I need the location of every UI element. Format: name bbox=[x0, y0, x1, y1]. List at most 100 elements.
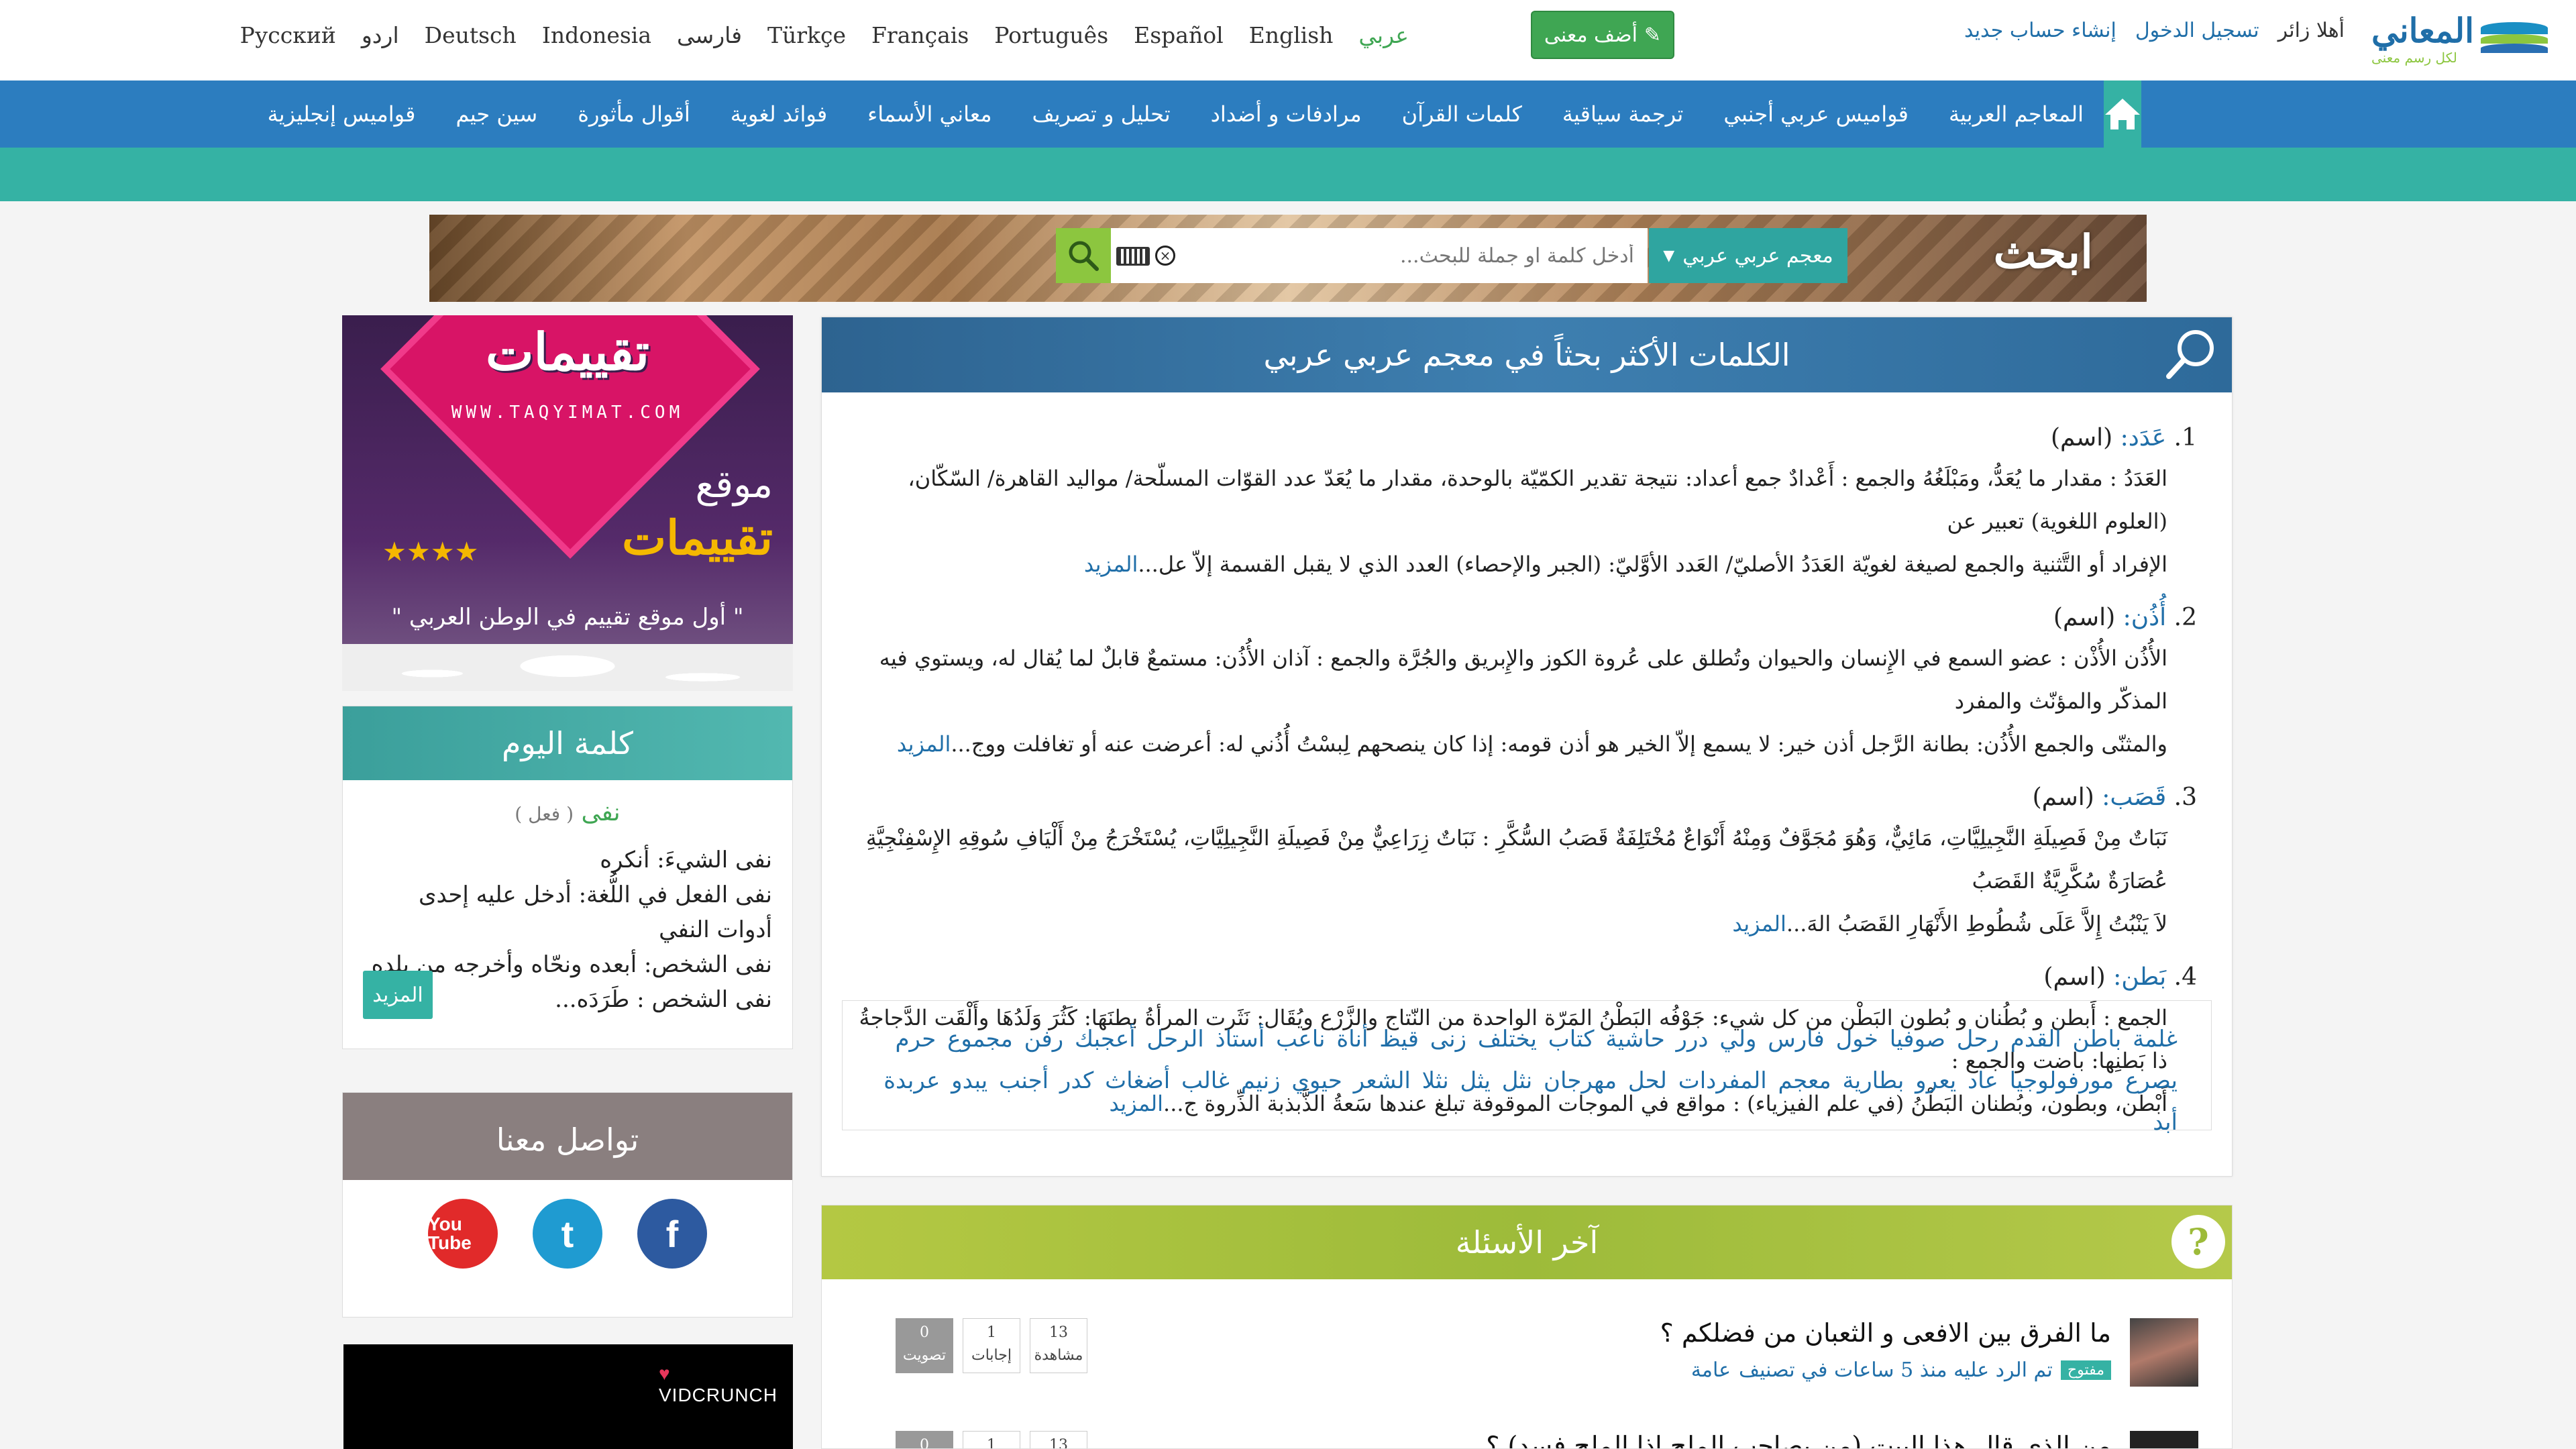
entry-more-link[interactable]: المزيد bbox=[1732, 911, 1786, 936]
search-input[interactable] bbox=[1258, 228, 1634, 283]
entry-definition: نَبَاتٌ مِنْ فَصِيلَةِ النَّجِيلِيَّاتِ،… bbox=[865, 825, 2167, 894]
lang-english[interactable]: English bbox=[1249, 22, 1334, 48]
search-title: ابحث bbox=[1993, 225, 2093, 279]
answers-count: 1 bbox=[963, 1431, 1020, 1448]
entry: 2. أُذُن: (اسم) الأُذُن الأُذْن : عضو ال… bbox=[857, 599, 2197, 765]
question-row[interactable]: ما الفرق بين الافعى و الثعبان من فضلكم ؟… bbox=[822, 1318, 2232, 1399]
lang-portuguese[interactable]: Português bbox=[994, 22, 1108, 48]
word-of-the-day-line: نفى الشيءَ: أنكره bbox=[600, 847, 772, 873]
contact-us-title: تواصل معنا bbox=[343, 1093, 792, 1180]
nav-morphology[interactable]: تحليل و تصريف bbox=[1012, 101, 1190, 127]
entry-word-link[interactable]: أُذُن: bbox=[2123, 604, 2167, 631]
entry-pos: (اسم) bbox=[2043, 963, 2106, 991]
lang-arabic[interactable]: عربي bbox=[1358, 22, 1409, 48]
entry-definition: الأُذُن الأُذْن : عضو السمع في الإِنسان … bbox=[879, 645, 2167, 714]
top-bar: المعاني لكل رسم معنى أهلا زائر تسجيل الد… bbox=[0, 0, 2576, 80]
question-thumbnail bbox=[2130, 1318, 2198, 1387]
lang-french[interactable]: Français bbox=[871, 22, 969, 48]
question-meta: تم الرد عليه منذ 5 ساعات في تصنيف bbox=[1739, 1358, 2053, 1382]
entry-definition: لاَ يَنْبُتُ إِلاَّ عَلَى شُطُوطِ الأَنْ… bbox=[1786, 911, 2167, 936]
nav-name-meanings[interactable]: معاني الأسماء bbox=[847, 101, 1012, 127]
nav-synonyms[interactable]: مرادفات و أضداد bbox=[1191, 101, 1382, 127]
search-box: × bbox=[1111, 228, 1648, 283]
site-logo[interactable]: المعاني لكل رسم معنى bbox=[2367, 5, 2548, 72]
entry: 1. عَدَد: (اسم) العَدَدُ : مقدار ما يُعَ… bbox=[857, 419, 2197, 586]
entry-pos: (اسم) bbox=[2053, 604, 2116, 631]
twitter-icon[interactable]: t bbox=[533, 1199, 602, 1269]
lang-german[interactable]: Deutsch bbox=[425, 22, 517, 48]
magnifier-icon bbox=[2166, 330, 2214, 379]
lang-spanish[interactable]: Español bbox=[1134, 22, 1224, 48]
logo-tagline: لكل رسم معنى bbox=[2371, 50, 2457, 66]
cloud-decoration bbox=[342, 644, 793, 691]
nav-english-dictionaries[interactable]: قواميس إنجليزية bbox=[248, 101, 436, 127]
word-of-the-day-pos: ( فعل ) bbox=[515, 803, 574, 825]
word-tags[interactable]: غلمة باطن القدم رحل صوفيا خول فارس ولي د… bbox=[842, 1000, 2212, 1136]
answers-count: 1 إجابات bbox=[963, 1318, 1020, 1373]
question-category-link[interactable]: عامة bbox=[1691, 1358, 1731, 1382]
lang-turkish[interactable]: Türkçe bbox=[767, 22, 846, 48]
entry: 3. قَصَب: (اسم) نَبَاتٌ مِنْ فَصِيلَةِ ا… bbox=[857, 779, 2197, 945]
greeting: أهلا زائر bbox=[2277, 19, 2345, 42]
advertisement-banner[interactable]: تقييمات WWW.TAQYIMAT.COM موقع تقييمات ★★… bbox=[342, 315, 793, 691]
word-of-the-day-word[interactable]: نفى bbox=[581, 799, 620, 826]
word-of-the-day-line: نفى الفعل في اللُّغة: أدخل عليه إحدى أدو… bbox=[418, 881, 772, 943]
account-links: أهلا زائر تسجيل الدخول إنشاء حساب جديد bbox=[1964, 19, 2345, 42]
votes-count: 0 تصويت bbox=[896, 1318, 953, 1373]
add-meaning-label: أضف معنى bbox=[1544, 23, 1638, 47]
question-bubble-icon: ? bbox=[2171, 1215, 2225, 1269]
ad-site-name: تقييمات bbox=[622, 510, 773, 566]
nav-qa[interactable]: سين جيم bbox=[435, 101, 557, 127]
logo-title: المعاني bbox=[2371, 11, 2474, 50]
pencil-icon: ✎ bbox=[1644, 23, 1662, 47]
word-of-the-day-title: كلمة اليوم bbox=[343, 706, 792, 780]
register-link[interactable]: إنشاء حساب جديد bbox=[1964, 19, 2116, 42]
nav-arabic-dictionaries[interactable]: المعاجم العربية bbox=[1929, 101, 2104, 127]
entry-definition: العَدَدُ : مقدار ما يُعَدُّ، ومَبْلَغُهُ… bbox=[908, 466, 2167, 534]
lang-russian[interactable]: Русский bbox=[240, 22, 336, 48]
question-title[interactable]: ما الفرق بين الافعى و الثعبان من فضلكم ؟ bbox=[1660, 1318, 2111, 1348]
nav-language-tips[interactable]: فوائد لغوية bbox=[710, 101, 847, 127]
views-count: 13 bbox=[1030, 1431, 1087, 1448]
latest-questions-panel: آخر الأسئلة ? ما الفرق بين الافعى و الثع… bbox=[821, 1205, 2233, 1449]
clear-icon[interactable]: × bbox=[1155, 246, 1175, 266]
entry-word-link[interactable]: عَدَد: bbox=[2121, 424, 2167, 451]
question-row[interactable]: من الذي قال هذا البيت (من يصاحب الملح إذ… bbox=[822, 1431, 2232, 1448]
search-button[interactable] bbox=[1056, 228, 1111, 283]
dictionary-select-value: معجم عربي عربي bbox=[1682, 244, 1833, 268]
main-nav: المعاجم العربية قواميس عربي أجنبي ترجمة … bbox=[0, 80, 2576, 148]
dictionary-select[interactable]: معجم عربي عربي ▼ bbox=[1649, 228, 1847, 283]
sub-bar bbox=[0, 148, 2576, 201]
nav-foreign-dictionaries[interactable]: قواميس عربي أجنبي bbox=[1703, 101, 1929, 127]
entry-more-link[interactable]: المزيد bbox=[897, 731, 951, 757]
lang-urdu[interactable]: اردو bbox=[362, 22, 399, 48]
book-logo-icon bbox=[2481, 18, 2548, 60]
search-icon bbox=[1069, 241, 1099, 271]
word-of-the-day-more-button[interactable]: المزيد bbox=[363, 971, 433, 1019]
video-player[interactable]: ♥ VIDCRUNCH bbox=[343, 1344, 793, 1449]
nav-quotes[interactable]: أقوال مأثورة bbox=[557, 101, 710, 127]
youtube-icon[interactable]: You Tube bbox=[428, 1199, 498, 1269]
question-title[interactable]: من الذي قال هذا البيت (من يصاحب الملح إذ… bbox=[1486, 1431, 2111, 1448]
status-badge: مفتوح bbox=[2060, 1360, 2111, 1380]
add-meaning-button[interactable]: أضف معنى ✎ bbox=[1531, 11, 1674, 59]
entry-definition: والمثنّى والجمع الأُذُن: بطانة الرَّجل أ… bbox=[951, 731, 2167, 757]
nav-contextual-translation[interactable]: ترجمة سياقية bbox=[1542, 101, 1704, 127]
facebook-icon[interactable]: f bbox=[637, 1199, 707, 1269]
nav-quran-words[interactable]: كلمات القرآن bbox=[1382, 101, 1542, 127]
entry-more-link[interactable]: المزيد bbox=[1084, 551, 1138, 577]
language-switcher: عربي English Español Português Français … bbox=[240, 15, 1409, 55]
entry-word-link[interactable]: قَصَب: bbox=[2102, 784, 2166, 811]
popular-words-title: الكلمات الأكثر بحثاً في معجم عربي عربي bbox=[1263, 337, 1790, 373]
home-icon bbox=[2105, 99, 2140, 129]
entry-definition: الإفراد أو التَّثنية والجمع لصيغة لغويّة… bbox=[1138, 551, 2167, 577]
lang-persian[interactable]: فارسی bbox=[677, 22, 742, 48]
lang-indonesian[interactable]: Indonesia bbox=[542, 22, 651, 48]
rating-stars-icon: ★★★★ bbox=[382, 537, 479, 568]
heart-icon: ♥ bbox=[659, 1363, 671, 1384]
home-button[interactable] bbox=[2104, 80, 2141, 148]
entry-word-link[interactable]: بَطن: bbox=[2113, 963, 2166, 991]
ad-slogan: " أول موقع تقييم في الوطن العربي " bbox=[391, 604, 744, 631]
keyboard-icon[interactable] bbox=[1116, 247, 1150, 266]
login-link[interactable]: تسجيل الدخول bbox=[2135, 19, 2259, 42]
